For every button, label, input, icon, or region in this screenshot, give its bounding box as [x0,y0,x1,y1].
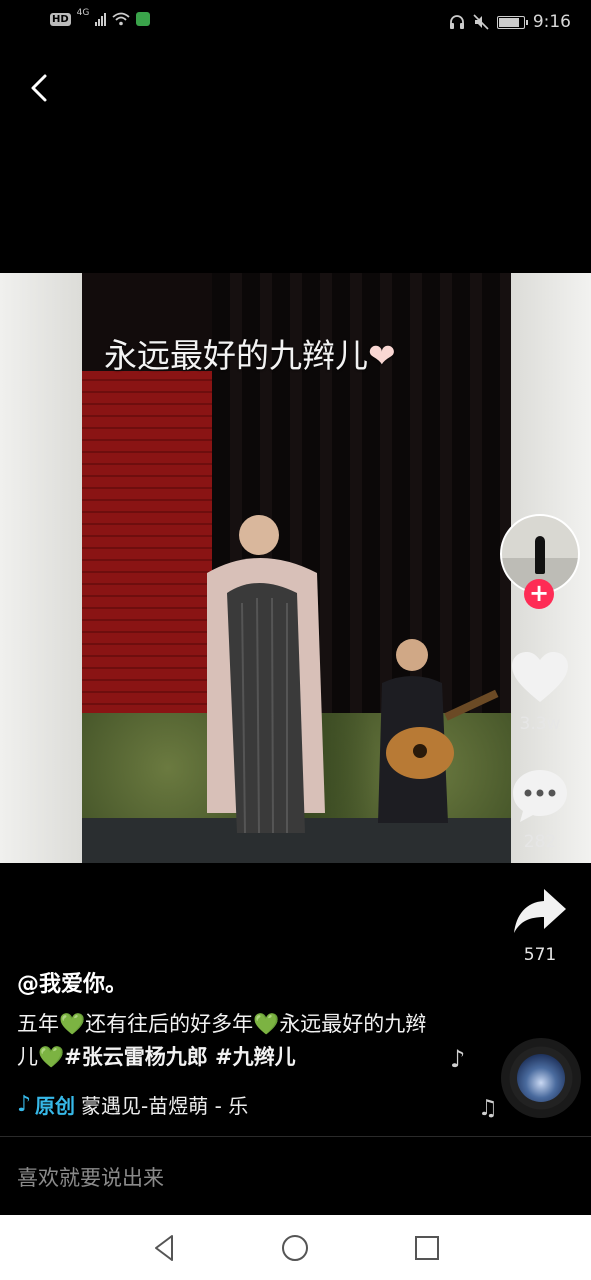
status-left: HD 4G [50,8,151,26]
network-type: 4G [76,8,90,18]
nav-recents-icon[interactable] [410,1231,444,1265]
comment-bubble-icon[interactable] [510,768,570,824]
author-name[interactable]: @我爱你。 [17,966,127,998]
system-nav-bar [0,1215,591,1280]
comment-input[interactable]: 喜欢就要说出来 [17,1162,164,1192]
app-notification-icon [136,12,151,26]
comment-button[interactable]: 282 [500,768,580,852]
green-heart-emoji: 💚 [38,1045,65,1069]
share-button[interactable]: 571 [500,885,580,965]
video-frame: 永远最好的九辫儿❤ [82,273,511,863]
status-bar: HD 4G 9:16 [0,0,591,44]
video-side-left [0,273,82,863]
hashtags[interactable]: #张云雷杨九郎 #九辫儿 [64,1045,296,1069]
floating-note-icon: ♪ [450,1045,466,1073]
clock: 9:16 [532,12,571,32]
back-icon[interactable] [22,70,58,106]
like-count: 3.3w [519,714,561,734]
battery-icon [496,15,528,29]
post-description: 五年💚还有往后的好多年💚永远最好的九辫儿💚#张云雷杨九郎 #九辫儿 [17,1012,427,1069]
wifi-icon [112,12,130,26]
follow-button[interactable]: + [524,579,554,609]
status-right: 9:16 [449,12,571,32]
green-heart-emoji: 💚 [253,1012,280,1036]
mute-icon [473,14,489,30]
battery-level [498,17,520,27]
music-disc-cover [517,1054,565,1102]
music-disc[interactable] [501,1038,581,1118]
heart-icon[interactable] [510,650,570,706]
video-caption: 永远最好的九辫儿❤ [104,336,396,375]
performers-hugging [207,515,325,834]
signal-icon [95,12,107,26]
floating-notes-icon: ♫ [478,1096,498,1121]
share-count: 571 [523,945,557,965]
music-info[interactable]: ♪ 原创 蒙遇见-苗煜萌 - 乐 [17,1090,296,1119]
share-arrow-icon[interactable] [510,885,570,937]
nav-home-icon[interactable] [278,1231,312,1265]
original-label: 原创 [35,1094,76,1118]
hd-badge: HD [50,12,71,26]
divider [0,1136,591,1137]
green-heart-emoji: 💚 [59,1012,86,1036]
guitarist [378,639,499,823]
avatar-figure [535,536,545,574]
heart-emoji: ❤ [368,336,396,375]
music-note-icon: ♪ [17,1092,32,1117]
music-track-name[interactable]: 蒙遇见-苗煜萌 - 乐 [81,1090,296,1119]
comment-count: 282 [523,832,557,852]
nav-back-icon[interactable] [148,1231,182,1265]
like-button[interactable]: 3.3w [500,650,580,734]
headphones-icon [449,15,464,29]
